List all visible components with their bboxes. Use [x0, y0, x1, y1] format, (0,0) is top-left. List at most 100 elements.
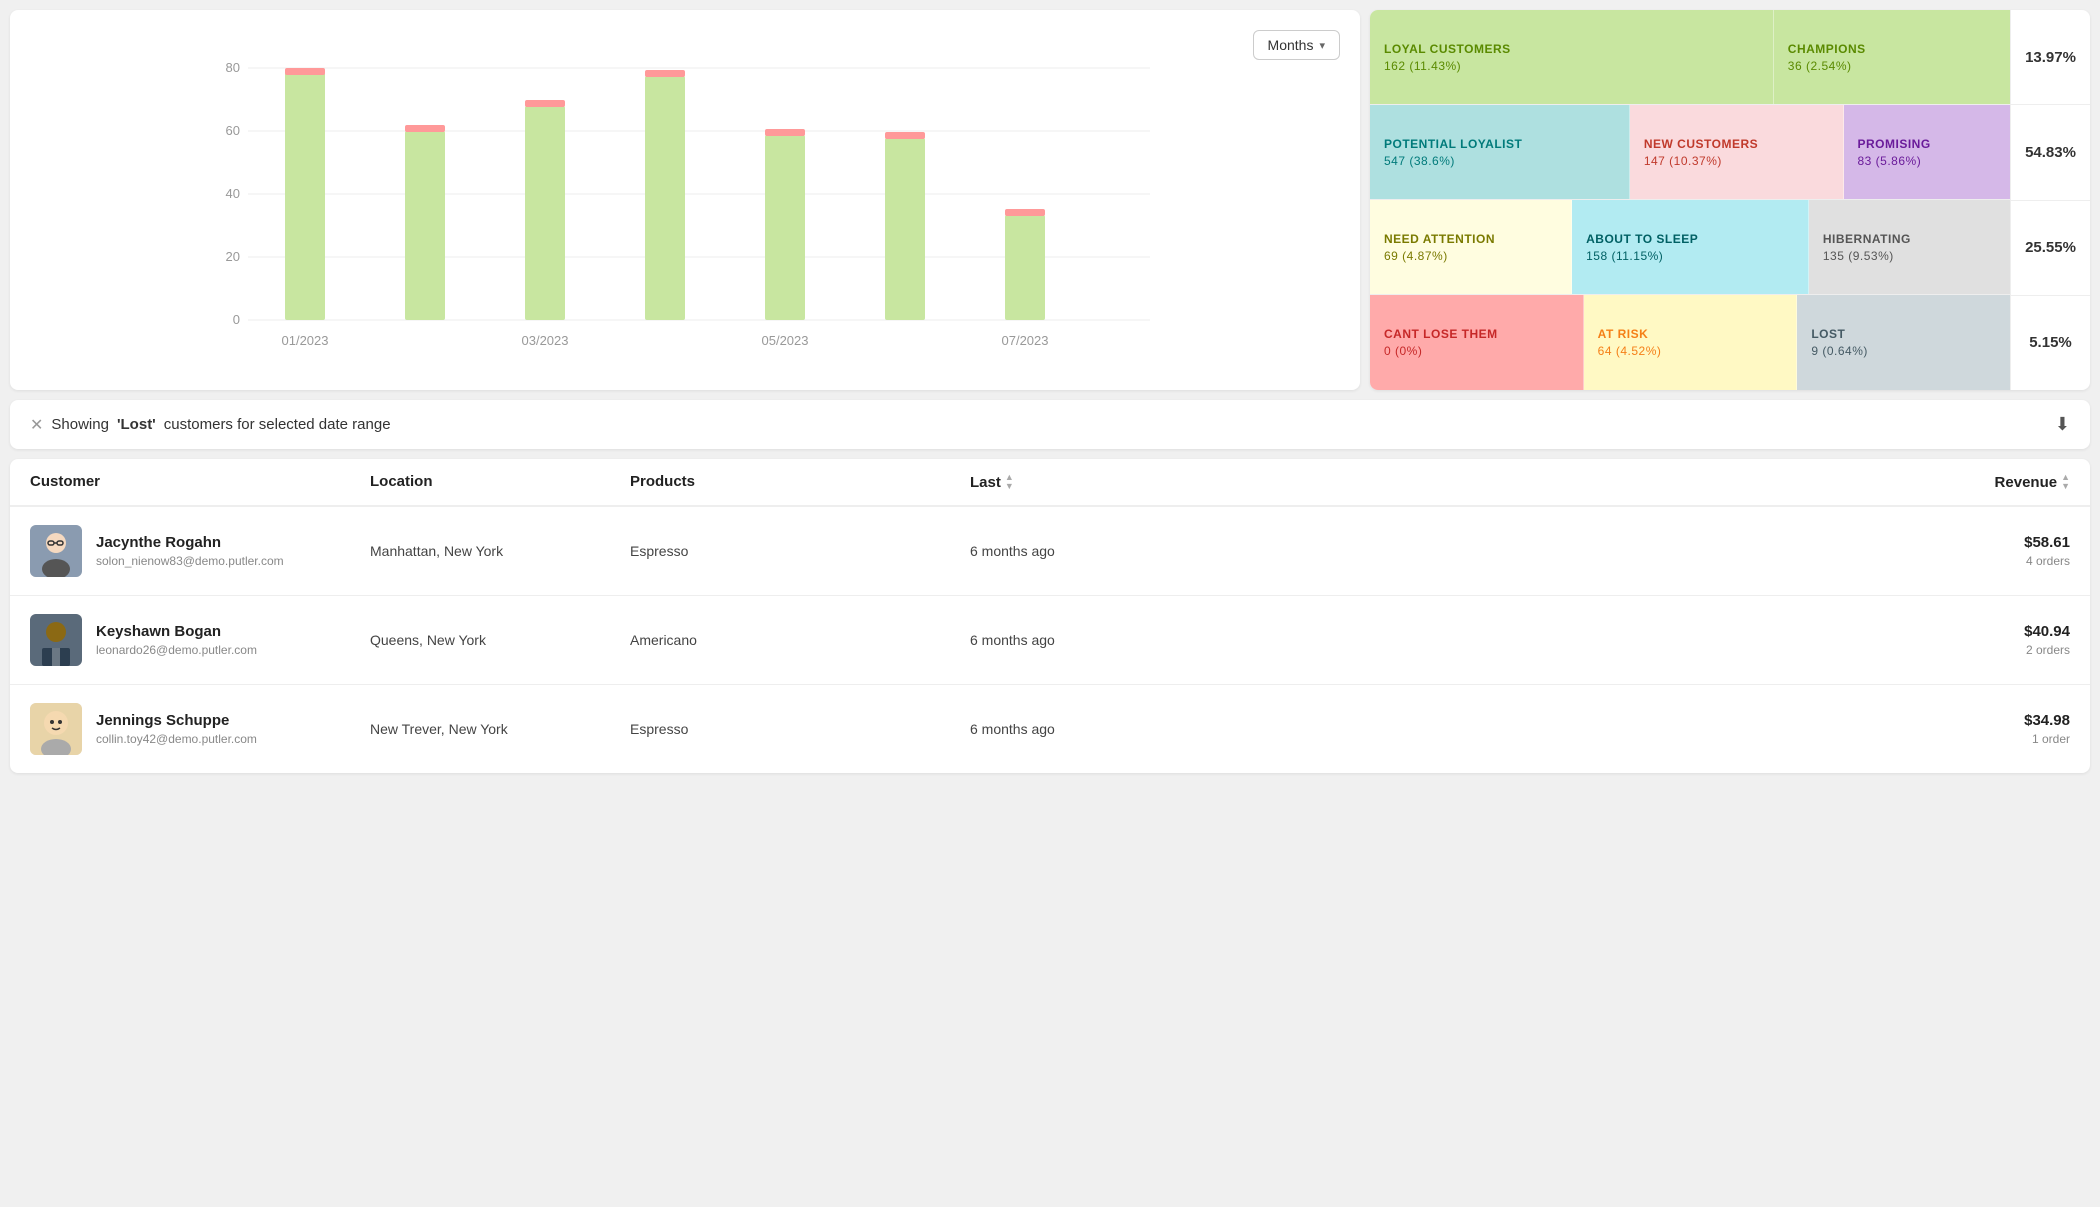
new-label: NEW CUSTOMERS	[1644, 137, 1829, 151]
filter-text: ✕ Showing 'Lost' customers for selected …	[30, 415, 391, 435]
need-count: 69 (4.87%)	[1384, 249, 1557, 263]
location-3: New Trever, New York	[370, 721, 630, 737]
segment-loyal[interactable]: LOYAL CUSTOMERS 162 (11.43%)	[1370, 10, 1774, 104]
segment-percentages: 13.97% 54.83% 25.55% 5.15%	[2010, 10, 2090, 390]
avatar-3	[30, 703, 82, 755]
new-count: 147 (10.37%)	[1644, 154, 1829, 168]
revenue-amount-3: $34.98	[1870, 712, 2070, 729]
svg-text:05/2023: 05/2023	[762, 333, 809, 348]
products-1: Espresso	[630, 543, 970, 559]
pct-row-4: 5.15%	[2011, 296, 2090, 390]
last-3: 6 months ago	[970, 721, 1870, 737]
table-row: Jennings Schuppe collin.toy42@demo.putle…	[10, 685, 2090, 773]
customer-name-3: Jennings Schuppe	[96, 712, 257, 729]
svg-text:40: 40	[226, 186, 240, 201]
customer-cell-1: Jacynthe Rogahn solon_nienow83@demo.putl…	[30, 525, 370, 577]
sleep-label: ABOUT TO SLEEP	[1586, 232, 1794, 246]
main-container: Months ▾ 80 60 40 20 0	[0, 0, 2100, 1207]
segment-row-4: CANT LOSE THEM 0 (0%) AT RISK 64 (4.52%)…	[1370, 295, 2010, 390]
segment-grid: LOYAL CUSTOMERS 162 (11.43%) CHAMPIONS 3…	[1370, 10, 2010, 390]
segment-new[interactable]: NEW CUSTOMERS 147 (10.37%)	[1630, 105, 1844, 199]
last-sort-icon: ▲▼	[1005, 473, 1014, 491]
customer-cell-2: Keyshawn Bogan leonardo26@demo.putler.co…	[30, 614, 370, 666]
segment-cantlose[interactable]: CANT LOSE THEM 0 (0%)	[1370, 295, 1584, 390]
location-1: Manhattan, New York	[370, 543, 630, 559]
col-last-label: Last	[970, 474, 1001, 491]
segment-panel: LOYAL CUSTOMERS 162 (11.43%) CHAMPIONS 3…	[1370, 10, 2090, 390]
table-header: Customer Location Products Last ▲▼ Reven…	[10, 459, 2090, 507]
lost-label: LOST	[1811, 327, 1996, 341]
months-dropdown[interactable]: Months ▾	[1253, 30, 1340, 60]
need-label: NEED ATTENTION	[1384, 232, 1557, 246]
customer-info-3: Jennings Schuppe collin.toy42@demo.putle…	[96, 712, 257, 746]
svg-text:20: 20	[226, 249, 240, 264]
svg-text:01/2023: 01/2023	[282, 333, 329, 348]
customer-name-2: Keyshawn Bogan	[96, 623, 257, 640]
top-row: Months ▾ 80 60 40 20 0	[10, 10, 2090, 390]
filter-text-post: customers for selected date range	[164, 416, 391, 433]
customer-email-2: leonardo26@demo.putler.com	[96, 643, 257, 657]
last-2: 6 months ago	[970, 632, 1870, 648]
cantlose-label: CANT LOSE THEM	[1384, 327, 1569, 341]
atrisk-count: 64 (4.52%)	[1598, 344, 1783, 358]
svg-text:07/2023: 07/2023	[1002, 333, 1049, 348]
avatar-1	[30, 525, 82, 577]
customer-email-1: solon_nienow83@demo.putler.com	[96, 554, 284, 568]
atrisk-label: AT RISK	[1598, 327, 1783, 341]
revenue-3: $34.98 1 order	[1870, 712, 2070, 746]
avatar-2	[30, 614, 82, 666]
revenue-2: $40.94 2 orders	[1870, 623, 2070, 657]
champions-count: 36 (2.54%)	[1788, 59, 1996, 73]
segment-row-2: POTENTIAL LOYALIST 547 (38.6%) NEW CUSTO…	[1370, 105, 2010, 200]
col-location: Location	[370, 473, 630, 491]
pct-row-2: 54.83%	[2011, 105, 2090, 200]
revenue-orders-2: 2 orders	[1870, 643, 2070, 657]
revenue-1: $58.61 4 orders	[1870, 534, 2070, 568]
chart-area: 80 60 40 20 0	[30, 60, 1340, 360]
loyal-label: LOYAL CUSTOMERS	[1384, 42, 1759, 56]
col-revenue-label: Revenue	[1995, 474, 2058, 491]
segment-lost[interactable]: LOST 9 (0.64%)	[1797, 295, 2010, 390]
filter-bar: ✕ Showing 'Lost' customers for selected …	[10, 400, 2090, 449]
customer-email-3: collin.toy42@demo.putler.com	[96, 732, 257, 746]
pct-row-3: 25.55%	[2011, 201, 2090, 296]
customer-cell-3: Jennings Schuppe collin.toy42@demo.putle…	[30, 703, 370, 755]
segment-promising[interactable]: PROMISING 83 (5.86%)	[1844, 105, 2011, 199]
potential-label: POTENTIAL LOYALIST	[1384, 137, 1615, 151]
champions-label: CHAMPIONS	[1788, 42, 1996, 56]
lost-count: 9 (0.64%)	[1811, 344, 1996, 358]
filter-close-button[interactable]: ✕	[30, 415, 43, 435]
table-row: Jacynthe Rogahn solon_nienow83@demo.putl…	[10, 507, 2090, 596]
customer-name-1: Jacynthe Rogahn	[96, 534, 284, 551]
segment-row-1: LOYAL CUSTOMERS 162 (11.43%) CHAMPIONS 3…	[1370, 10, 2010, 105]
last-1: 6 months ago	[970, 543, 1870, 559]
revenue-amount-2: $40.94	[1870, 623, 2070, 640]
segment-hibernating[interactable]: HIBERNATING 135 (9.53%)	[1809, 200, 2010, 294]
filter-text-pre: Showing	[51, 416, 109, 433]
segment-need[interactable]: NEED ATTENTION 69 (4.87%)	[1370, 200, 1572, 294]
segment-champions[interactable]: CHAMPIONS 36 (2.54%)	[1774, 10, 2010, 104]
col-products: Products	[630, 473, 970, 491]
chevron-down-icon: ▾	[1319, 39, 1325, 52]
col-revenue[interactable]: Revenue ▲▼	[1870, 473, 2070, 491]
sleep-count: 158 (11.15%)	[1586, 249, 1794, 263]
bar-chart-svg: 80 60 40 20 0	[30, 60, 1340, 360]
revenue-orders-1: 4 orders	[1870, 554, 2070, 568]
customer-info-1: Jacynthe Rogahn solon_nienow83@demo.putl…	[96, 534, 284, 568]
table-row: Keyshawn Bogan leonardo26@demo.putler.co…	[10, 596, 2090, 685]
location-2: Queens, New York	[370, 632, 630, 648]
pct-row-1: 13.97%	[2011, 10, 2090, 105]
chart-panel: Months ▾ 80 60 40 20 0	[10, 10, 1360, 390]
promising-count: 83 (5.86%)	[1858, 154, 1997, 168]
segment-row-3: NEED ATTENTION 69 (4.87%) ABOUT TO SLEEP…	[1370, 200, 2010, 295]
segment-potential[interactable]: POTENTIAL LOYALIST 547 (38.6%)	[1370, 105, 1630, 199]
loyal-count: 162 (11.43%)	[1384, 59, 1759, 73]
potential-count: 547 (38.6%)	[1384, 154, 1615, 168]
segment-atrisk[interactable]: AT RISK 64 (4.52%)	[1584, 295, 1798, 390]
svg-text:03/2023: 03/2023	[522, 333, 569, 348]
promising-label: PROMISING	[1858, 137, 1997, 151]
col-last[interactable]: Last ▲▼	[970, 473, 1870, 491]
download-icon[interactable]: ⬇	[2055, 414, 2070, 435]
segment-sleep[interactable]: ABOUT TO SLEEP 158 (11.15%)	[1572, 200, 1809, 294]
svg-text:60: 60	[226, 123, 240, 138]
